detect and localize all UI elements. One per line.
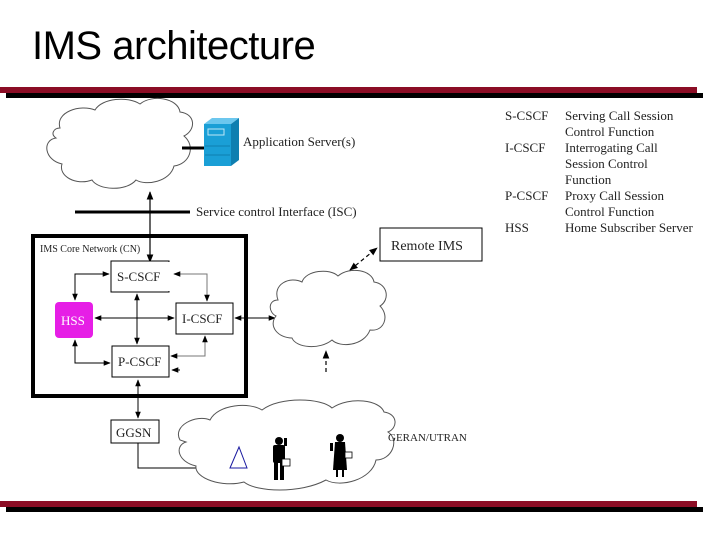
ims-architecture-diagram: Application Server(s) Service control In…	[31, 97, 483, 491]
service-network-cloud	[46, 97, 193, 189]
hss-label: HSS	[61, 313, 85, 328]
server-icon	[204, 118, 239, 166]
legend-abbr: S-CSCF	[505, 108, 549, 123]
remote-ims-arrow	[349, 247, 378, 271]
ip-network-cloud	[269, 269, 387, 347]
footer-divider-black	[6, 507, 703, 512]
abbreviation-legend: S-CSCF Serving Call Session Control Func…	[505, 108, 705, 236]
ggsn-label: GGSN	[116, 425, 152, 440]
legend-definition: Home Subscriber Server	[565, 220, 693, 235]
s-cscf-label: S-CSCF	[117, 269, 160, 284]
legend-item: HSS Home Subscriber Server	[505, 220, 705, 236]
core-network-label: IMS Core Network (CN)	[40, 244, 140, 255]
legend-item: I-CSCF Interrogating Call Session Contro…	[505, 140, 705, 188]
legend-definition: Interrogating Call Session Control Funct…	[565, 140, 658, 187]
legend-definition: Proxy Call Session Control Function	[565, 188, 664, 219]
application-server-label: Application Server(s)	[243, 134, 355, 149]
legend-abbr: HSS	[505, 220, 529, 235]
legend-definition: Serving Call Session Control Function	[565, 108, 674, 139]
legend-item: P-CSCF Proxy Call Session Control Functi…	[505, 188, 705, 220]
legend-abbr: P-CSCF	[505, 188, 549, 203]
legend-abbr: I-CSCF	[505, 140, 546, 155]
remote-ims-label: Remote IMS	[391, 239, 463, 254]
legend-item: S-CSCF Serving Call Session Control Func…	[505, 108, 705, 140]
p-cscf-label: P-CSCF	[118, 354, 161, 369]
access-network-label: GERAN/UTRAN	[388, 432, 467, 444]
isc-label: Service control Interface (ISC)	[196, 204, 357, 219]
i-cscf-label: I-CSCF	[182, 311, 222, 326]
